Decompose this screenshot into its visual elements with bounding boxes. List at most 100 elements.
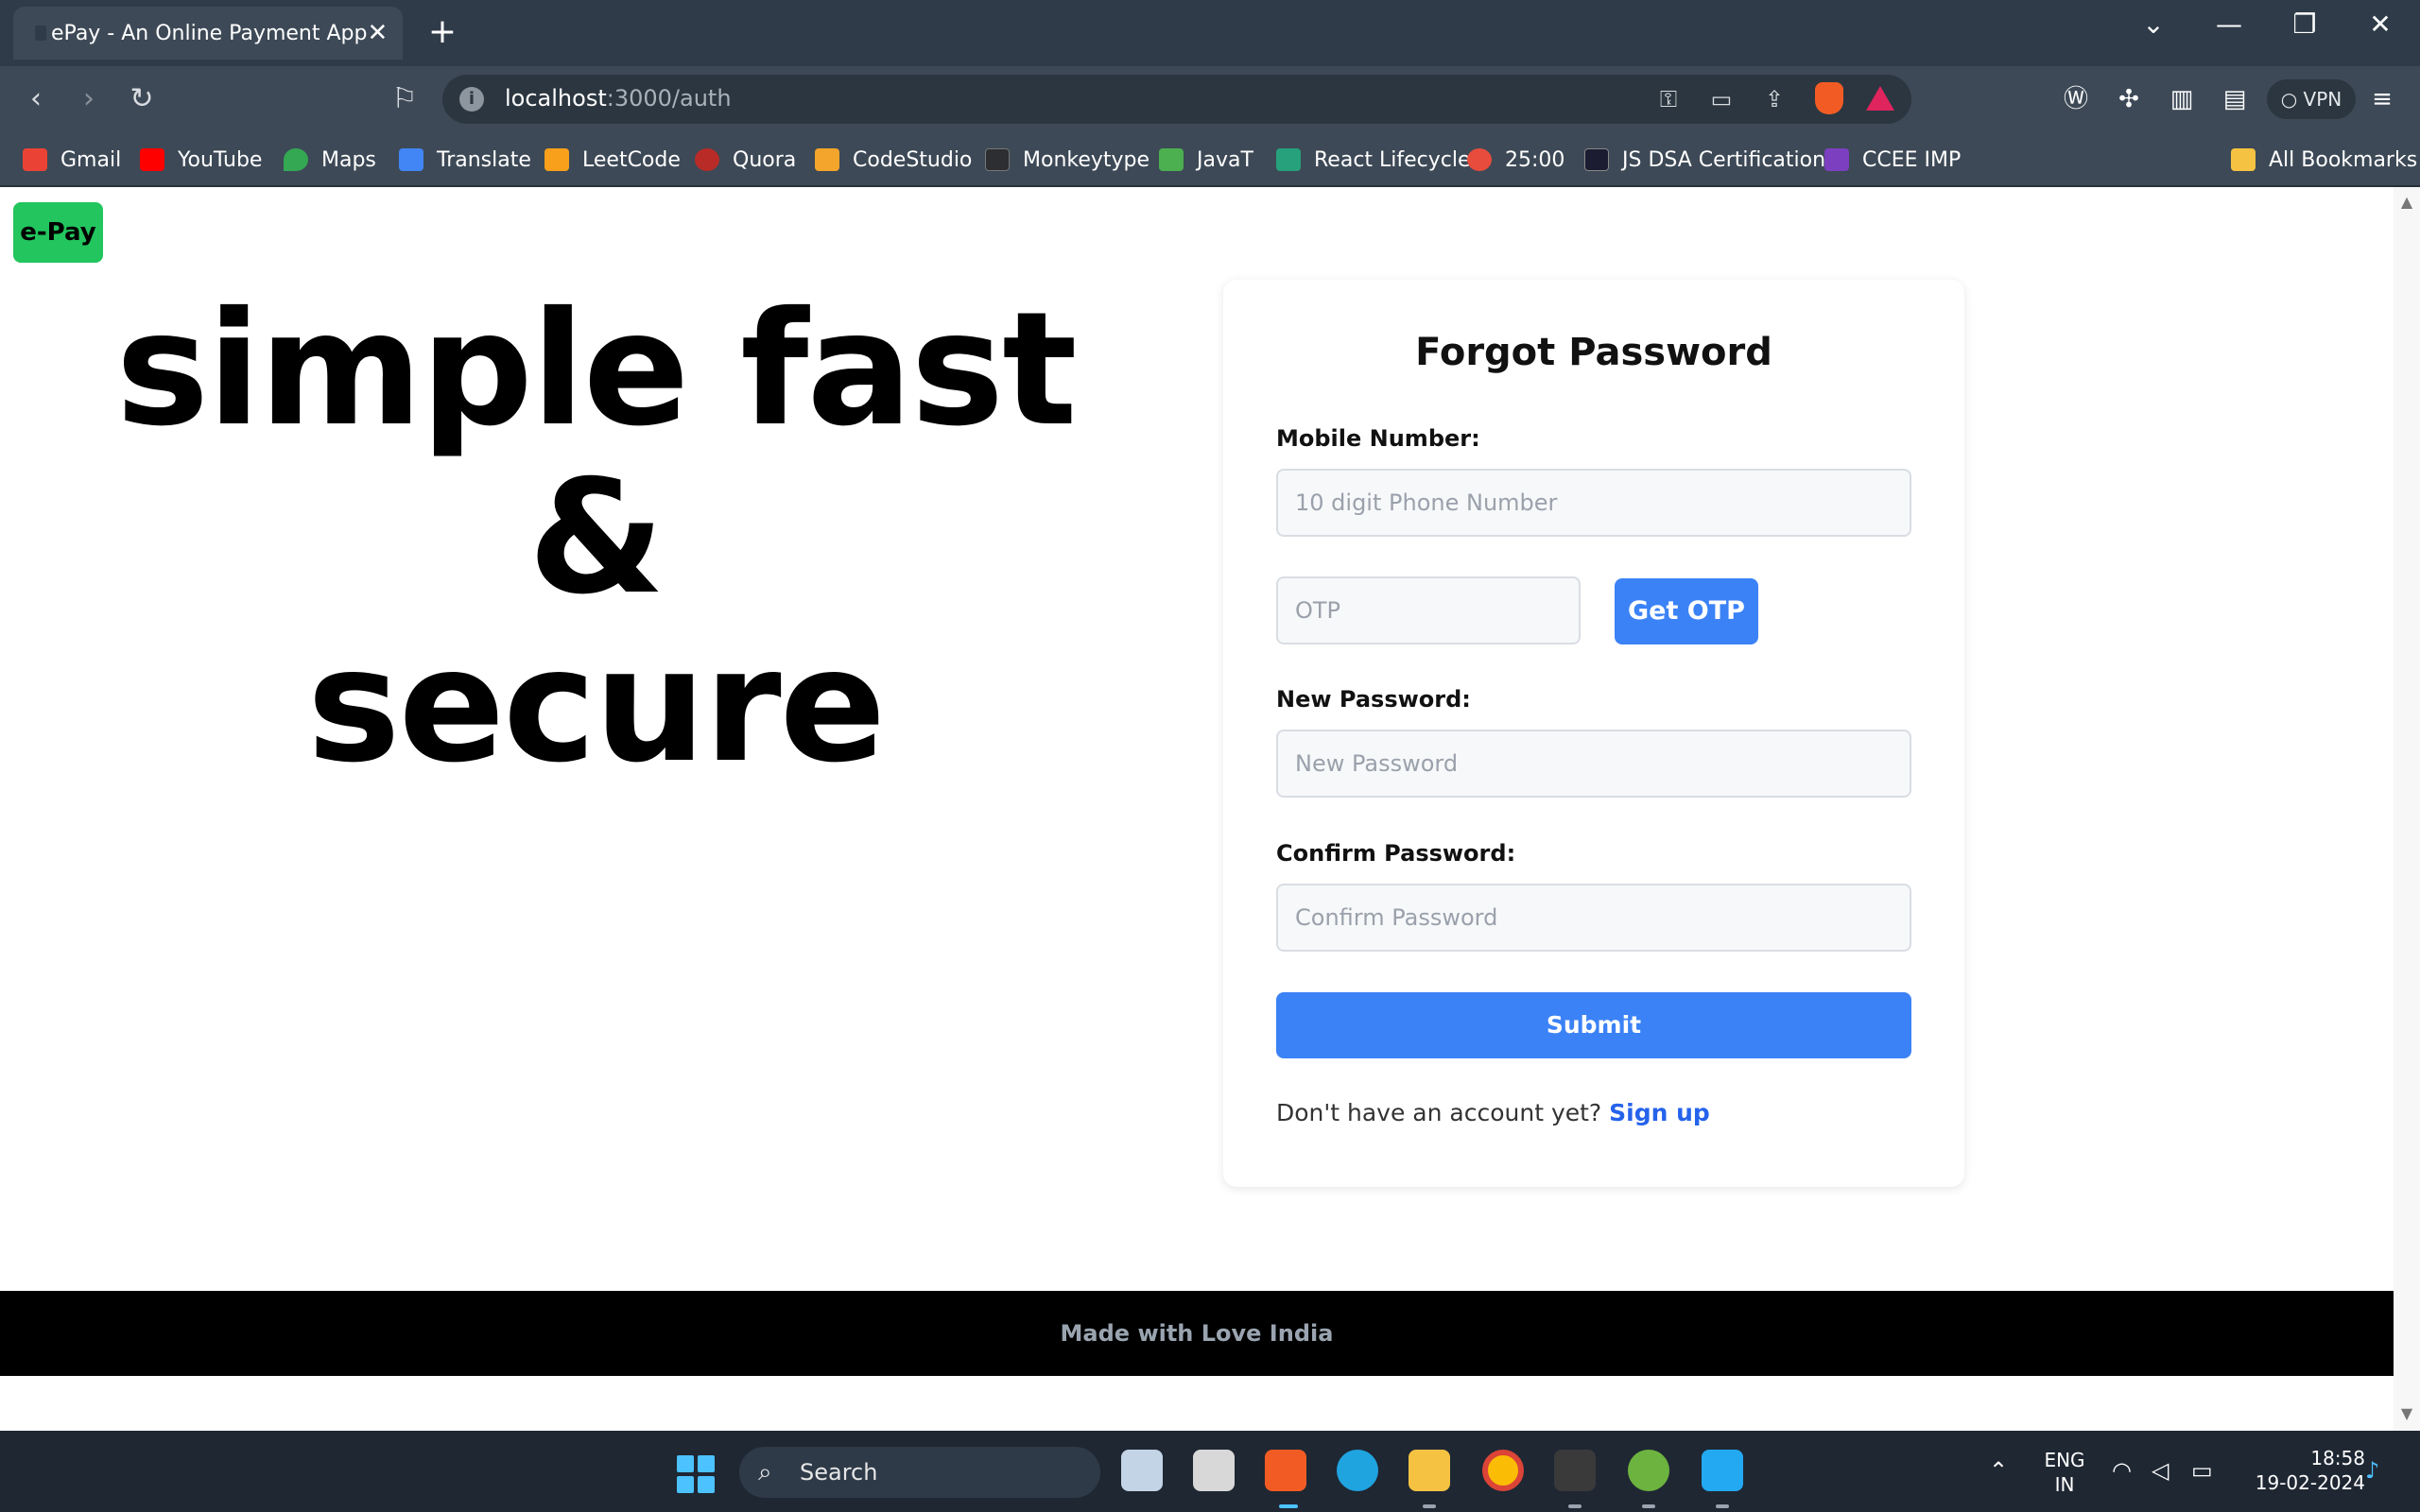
javat-icon	[1159, 148, 1184, 171]
bookmark-icon[interactable]: ⚐	[386, 81, 424, 119]
page-viewport: e-Pay simple fast & secure Forgot Passwo…	[0, 187, 2394, 1431]
clock-time: 18:58	[2310, 1447, 2365, 1469]
cast-icon[interactable]: ▭	[1707, 86, 1736, 112]
brave-shields-icon[interactable]	[1815, 82, 1843, 114]
react-lifecycle-icon	[1276, 148, 1301, 171]
close-window-button[interactable]: ✕	[2352, 8, 2409, 42]
monkeytype-icon	[985, 148, 1010, 171]
new-password-input[interactable]	[1276, 730, 1911, 798]
url-text[interactable]: localhost:3000/auth	[505, 85, 732, 112]
tab-search-dropdown-icon[interactable]: ⌄	[2125, 8, 2182, 42]
mobile-number-input[interactable]	[1276, 469, 1911, 537]
page-footer: Made with Love India	[0, 1291, 2394, 1376]
bookmark-youtube[interactable]: YouTube	[140, 146, 262, 174]
bookmark-leetcode[interactable]: LeetCode	[544, 146, 681, 174]
restore-button[interactable]: ❐	[2276, 8, 2333, 42]
forgot-password-card: Forgot Password Mobile Number: Get OTP N…	[1223, 280, 1964, 1187]
sidebar-icon[interactable]: ▥	[2163, 81, 2201, 119]
forward-icon[interactable]: ›	[70, 81, 108, 119]
wallet-extension-icon[interactable]: Ⓦ	[2057, 81, 2095, 119]
taskbar-search-label: Search	[800, 1459, 878, 1486]
signup-link[interactable]: Sign up	[1609, 1099, 1710, 1126]
password-key-icon[interactable]: ⚿	[1654, 86, 1683, 112]
address-bar[interactable]: i localhost:3000/auth ⚿ ▭ ⇪	[442, 75, 1911, 124]
epay-logo[interactable]: e-Pay	[13, 202, 103, 263]
task-view-icon[interactable]	[1193, 1450, 1235, 1491]
notification-bell-icon[interactable]: ♪	[2365, 1457, 2379, 1484]
bookmark-maps[interactable]: Maps	[284, 146, 376, 174]
bookmark-monkeytype[interactable]: Monkeytype	[985, 146, 1150, 174]
signup-prompt-text: Don't have an account yet?	[1276, 1099, 1602, 1126]
chrome-icon[interactable]	[1482, 1450, 1524, 1491]
spring-tool-icon[interactable]	[1628, 1450, 1669, 1491]
otp-input[interactable]	[1276, 576, 1581, 644]
all-bookmarks[interactable]: All Bookmarks	[2231, 146, 2417, 174]
spring-tool-indicator	[1642, 1504, 1655, 1508]
youtube-icon	[140, 148, 164, 171]
site-info-icon[interactable]: i	[459, 87, 484, 112]
clock[interactable]: 18:58 19-02-2024	[2237, 1446, 2365, 1495]
get-otp-button[interactable]: Get OTP	[1615, 578, 1758, 644]
bookmark-timer[interactable]: 25:00	[1467, 146, 1564, 174]
vpn-status-icon: ○	[2280, 88, 2304, 111]
hero-line-1: simple fast &	[115, 279, 1077, 629]
battery-icon[interactable]: ▭	[2191, 1457, 2213, 1484]
new-password-label: New Password:	[1276, 686, 1471, 713]
bookmark-ccee-imp[interactable]: CCEE IMP	[1824, 146, 1961, 174]
search-icon: ⌕	[758, 1458, 772, 1486]
scroll-down-icon[interactable]: ▼	[2394, 1404, 2420, 1427]
reload-icon[interactable]: ↻	[123, 81, 161, 119]
quora-icon	[695, 148, 719, 171]
confirm-password-label: Confirm Password:	[1276, 840, 1516, 867]
submit-button[interactable]: Submit	[1276, 992, 1911, 1058]
bookmark-translate[interactable]: Translate	[399, 146, 531, 174]
wifi-icon[interactable]: ◠	[2112, 1457, 2132, 1484]
bookmark-javat[interactable]: JavaT	[1159, 146, 1253, 174]
bookmark-quora[interactable]: Quora	[695, 146, 796, 174]
vpn-button[interactable]: ○ VPN	[2267, 79, 2356, 119]
show-hidden-icons-icon[interactable]: ⌃	[1989, 1457, 2008, 1484]
codestudio-icon	[815, 148, 839, 171]
windows-start-icon[interactable]	[677, 1455, 715, 1493]
bookmarks-bar: Gmail YouTube Maps Translate LeetCode Qu…	[0, 132, 2420, 187]
file-explorer-icon[interactable]	[1409, 1450, 1450, 1491]
file-explorer-indicator	[1423, 1504, 1436, 1508]
close-tab-icon[interactable]: ✕	[367, 19, 388, 47]
page-scrollbar[interactable]: ▲ ▼	[2394, 187, 2420, 1431]
onenote-icon	[1824, 148, 1849, 171]
bookmark-react-lifecycle[interactable]: React Lifecycle	[1276, 146, 1471, 174]
extensions-icon[interactable]: ✣	[2110, 81, 2148, 119]
edge-icon[interactable]	[1337, 1450, 1378, 1491]
back-icon[interactable]: ‹	[17, 81, 55, 119]
translate-icon	[399, 148, 424, 171]
hero-line-2: secure	[306, 615, 886, 798]
share-icon[interactable]: ⇪	[1760, 86, 1789, 112]
terminal-icon[interactable]	[1554, 1450, 1596, 1491]
terminal-indicator	[1568, 1504, 1582, 1508]
volume-icon[interactable]: ◁	[2152, 1457, 2169, 1484]
menu-icon[interactable]: ≡	[2363, 81, 2401, 119]
browser-tab[interactable]: ePay - An Online Payment App ✕	[13, 7, 403, 60]
brave-browser-icon[interactable]	[1265, 1450, 1306, 1491]
confirm-password-input[interactable]	[1276, 884, 1911, 952]
taskbar-search[interactable]: ⌕ Search	[739, 1447, 1100, 1498]
scroll-up-icon[interactable]: ▲	[2394, 193, 2420, 215]
bookmark-codestudio[interactable]: CodeStudio	[815, 146, 972, 174]
language-indicator[interactable]: ENG IN	[2034, 1448, 2095, 1497]
active-app-indicator	[1279, 1504, 1298, 1508]
clock-date: 19-02-2024	[2255, 1471, 2365, 1494]
bookmark-js-dsa[interactable]: JS DSA Certification	[1584, 146, 1825, 174]
language-code: ENG	[2044, 1449, 2085, 1471]
gmail-icon	[23, 148, 47, 171]
vscode-icon[interactable]	[1702, 1450, 1743, 1491]
minimize-button[interactable]: —	[2201, 8, 2257, 42]
pomodoro-icon	[1467, 148, 1492, 171]
bookmark-gmail[interactable]: Gmail	[23, 146, 121, 174]
wallet-icon[interactable]: ▤	[2216, 81, 2254, 119]
new-tab-button[interactable]: +	[424, 13, 461, 51]
brave-rewards-icon[interactable]	[1866, 86, 1894, 111]
copilot-icon[interactable]	[1121, 1450, 1163, 1491]
vscode-indicator	[1716, 1504, 1729, 1508]
leetcode-icon	[544, 148, 569, 171]
hero-heading: simple fast & secure	[95, 286, 1097, 791]
